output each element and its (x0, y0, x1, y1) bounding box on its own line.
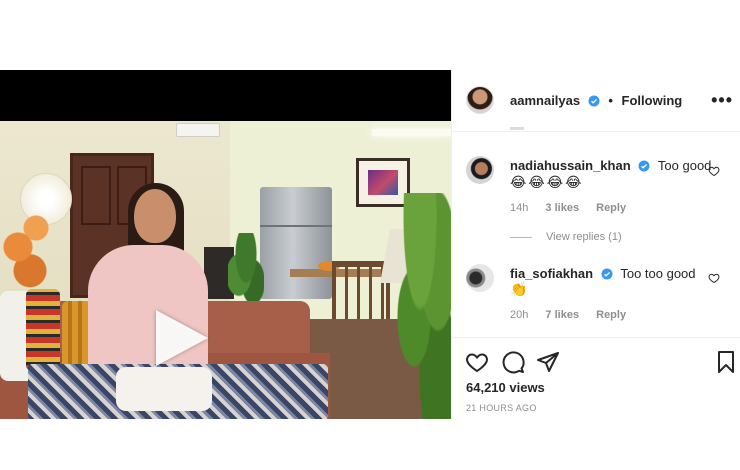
view-replies-button[interactable]: View replies (1) (510, 231, 622, 243)
comment-likes[interactable]: 3 likes (545, 202, 579, 214)
share-icon[interactable] (536, 350, 560, 374)
separator-dot: • (608, 93, 613, 108)
post-sidebar: aamnailyas • Following ••• nadiahussain_… (451, 70, 740, 419)
verified-badge-icon (638, 160, 650, 172)
verified-badge-icon (601, 268, 613, 280)
more-options-icon[interactable]: ••• (711, 90, 733, 111)
comment-age: 20h (510, 309, 529, 321)
author-username[interactable]: aamnailyas (510, 93, 580, 108)
reply-button[interactable]: Reply (596, 309, 626, 321)
view-count[interactable]: 64,210 views (466, 380, 545, 395)
comment-text: Too too good (620, 266, 696, 281)
post-timestamp[interactable]: 21 HOURS AGO (466, 403, 537, 413)
comment-username[interactable]: nadiahussain_khan (510, 158, 631, 173)
comment-emoji: 😂😂😂😂 (510, 174, 584, 190)
video-frame (0, 121, 451, 419)
comment-text: Too good (657, 158, 712, 173)
play-icon[interactable] (156, 310, 208, 366)
instagram-post-modal: aamnailyas • Following ••• nadiahussain_… (0, 0, 740, 470)
comment-emoji: 👏 (510, 281, 530, 297)
comment-2: fia_sofiakhan Too too good (510, 266, 696, 281)
comment-username[interactable]: fia_sofiakhan (510, 266, 593, 281)
author-avatar[interactable] (466, 86, 494, 114)
comment-meta: 14h 3 likes Reply (510, 202, 640, 214)
author-line: aamnailyas • Following (510, 93, 682, 108)
view-replies-label: View replies (1) (546, 231, 622, 243)
post-actions: 64,210 views 21 HOURS AGO (452, 337, 740, 419)
post-video[interactable] (0, 70, 451, 419)
heart-icon[interactable] (708, 272, 720, 284)
heart-icon[interactable] (465, 350, 489, 374)
comment-1: nadiahussain_khan Too good (510, 158, 711, 173)
comment-meta: 20h 7 likes Reply (510, 309, 640, 321)
bookmark-icon[interactable] (714, 350, 738, 374)
comment-likes[interactable]: 7 likes (545, 309, 579, 321)
comment-age: 14h (510, 202, 529, 214)
following-button[interactable]: Following (622, 93, 683, 108)
commenter-avatar[interactable] (466, 264, 494, 292)
commenter-avatar[interactable] (466, 156, 494, 184)
verified-badge-icon (588, 95, 600, 107)
comment-icon[interactable] (501, 350, 525, 374)
scroll-hint (510, 127, 524, 130)
heart-icon[interactable] (708, 165, 720, 177)
reply-button[interactable]: Reply (596, 202, 626, 214)
post-header: aamnailyas • Following ••• (452, 70, 740, 132)
